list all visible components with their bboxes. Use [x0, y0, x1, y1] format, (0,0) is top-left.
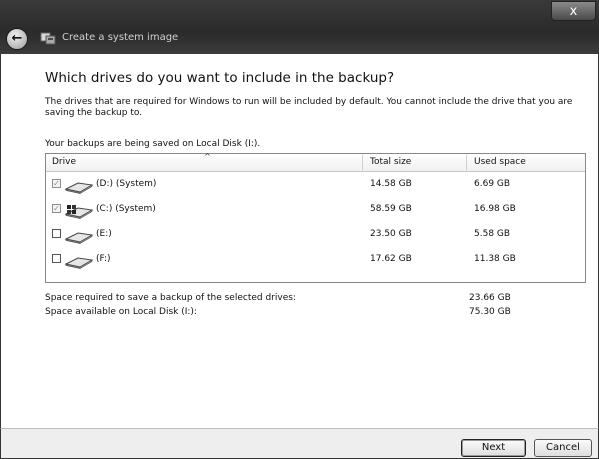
drive-name: (E:) [96, 229, 112, 239]
column-divider[interactable] [466, 155, 467, 170]
drive-checkbox[interactable]: ✓ [52, 204, 61, 213]
hard-drive-icon [64, 232, 94, 244]
column-divider[interactable] [362, 155, 363, 170]
wizard-content: Which drives do you want to include in t… [0, 54, 599, 428]
table-header: Drive ^ Total size Used space [46, 152, 585, 172]
drive-checkbox[interactable] [52, 229, 61, 238]
next-button[interactable]: Next [461, 439, 526, 457]
drives-table: Drive ^ Total size Used space ✓ (D:) (Sy… [45, 152, 586, 283]
space-available-label: Space available on Local Disk (I:): [45, 307, 197, 317]
back-button[interactable]: ← [6, 28, 28, 50]
drive-used-space: 5.58 GB [474, 229, 511, 239]
drive-total-size: 23.50 GB [370, 229, 412, 239]
column-header-total-size[interactable]: Total size [370, 157, 411, 167]
backup-location-text: Your backups are being saved on Local Di… [45, 139, 261, 149]
button-bar: Next Cancel [0, 428, 599, 459]
space-required-label: Space required to save a backup of the s… [45, 293, 296, 303]
table-row[interactable]: ✓ (C:) (System) 58.59 GB 16.98 GB [46, 197, 585, 222]
drive-total-size: 58.59 GB [370, 204, 412, 214]
page-heading: Which drives do you want to include in t… [45, 70, 395, 86]
drive-checkbox[interactable]: ✓ [52, 179, 61, 188]
space-available-value: 75.30 GB [469, 307, 511, 317]
page-description: The drives that are required for Windows… [45, 97, 573, 118]
title-bar: x ← Create a system image [0, 0, 599, 54]
drive-used-space: 6.69 GB [474, 179, 511, 189]
drive-name: (F:) [96, 254, 111, 264]
hard-drive-icon [64, 257, 94, 269]
hard-drive-icon [64, 182, 94, 194]
cancel-button[interactable]: Cancel [534, 439, 592, 457]
table-row[interactable]: ✓ (D:) (System) 14.58 GB 6.69 GB [46, 172, 585, 197]
close-button[interactable]: x [551, 1, 596, 21]
drive-name: (D:) (System) [96, 179, 157, 189]
window-title: Create a system image [62, 32, 179, 43]
create-system-image-window: x ← Create a system image Which drives d… [0, 0, 599, 459]
backup-icon [40, 32, 56, 45]
table-row[interactable]: (E:) 23.50 GB 5.58 GB [46, 222, 585, 247]
drive-name: (C:) (System) [96, 204, 156, 214]
column-header-drive[interactable]: Drive [52, 157, 76, 167]
sort-arrow-icon: ^ [204, 152, 211, 161]
drive-total-size: 17.62 GB [370, 254, 412, 264]
table-row[interactable]: (F:) 17.62 GB 11.38 GB [46, 247, 585, 272]
windows-drive-icon [64, 205, 94, 219]
space-required-value: 23.66 GB [469, 293, 511, 303]
drive-total-size: 14.58 GB [370, 179, 412, 189]
drive-used-space: 16.98 GB [474, 204, 516, 214]
drive-used-space: 11.38 GB [474, 254, 516, 264]
drive-checkbox[interactable] [52, 254, 61, 263]
column-header-used-space[interactable]: Used space [474, 157, 526, 167]
